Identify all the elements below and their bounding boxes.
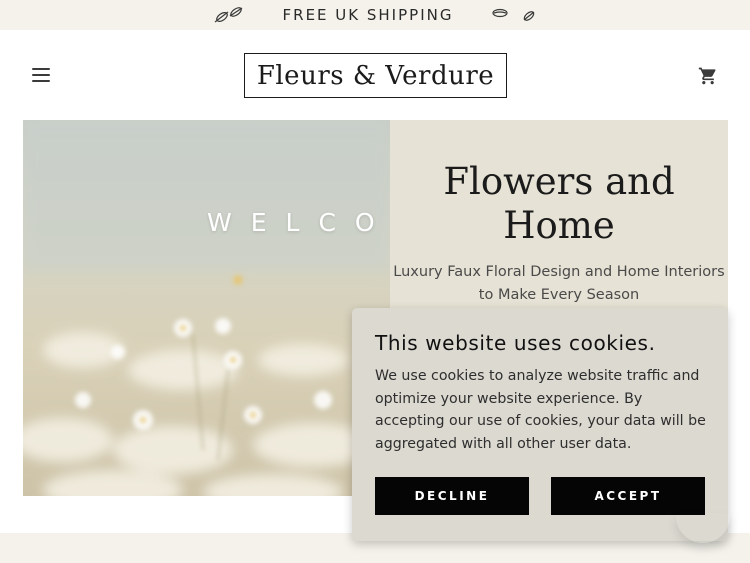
hamburger-menu-icon[interactable]	[32, 68, 50, 82]
cookie-banner-title: This website uses cookies.	[375, 331, 656, 355]
hero-overlay-text: WELCO	[207, 208, 390, 237]
hero-image: WELCO	[23, 120, 390, 496]
leaves-icon	[211, 5, 245, 25]
hero-title: Flowers and Home	[443, 160, 675, 247]
site-header: Fleurs & Verdure	[0, 30, 750, 120]
cart-icon[interactable]	[698, 66, 718, 86]
site-logo[interactable]: Fleurs & Verdure	[244, 53, 507, 98]
cookie-banner: This website uses cookies. We use cookie…	[352, 308, 728, 541]
leaves-icon	[491, 5, 539, 25]
accept-button[interactable]: ACCEPT	[551, 477, 705, 515]
announcement-text: FREE UK SHIPPING	[282, 6, 454, 24]
announcement-bar: FREE UK SHIPPING	[0, 0, 750, 30]
hero-subtitle: Luxury Faux Floral Design and Home Inter…	[393, 264, 725, 303]
decline-button[interactable]: DECLINE	[375, 477, 529, 515]
cookie-banner-body: We use cookies to analyze website traffi…	[375, 368, 706, 452]
